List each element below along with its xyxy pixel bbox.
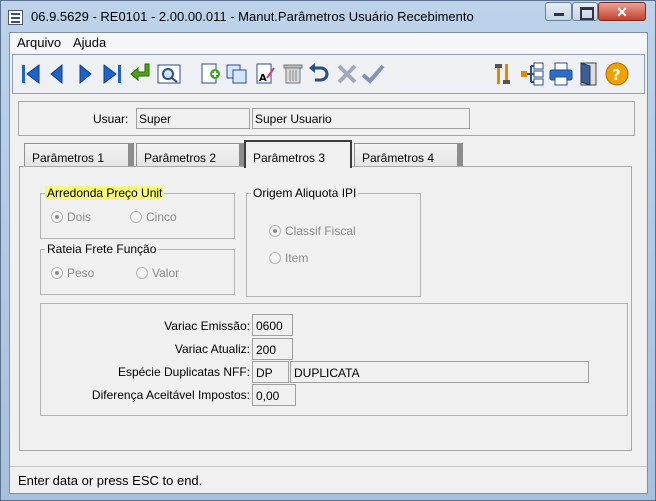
search-icon [157, 64, 181, 84]
close-icon: ✕ [616, 4, 628, 20]
hierarchy-icon [521, 62, 544, 86]
tools-icon [495, 64, 510, 84]
help-icon: ? [605, 62, 629, 86]
delete-button[interactable] [279, 60, 307, 88]
status-text: Enter data or press ESC to end. [18, 473, 203, 488]
print-button[interactable] [547, 60, 575, 88]
radio-cinco-indicator [130, 211, 142, 223]
tab-parametros-2[interactable]: Parâmetros 2 [136, 143, 245, 167]
radio-peso-label: Peso [67, 266, 95, 280]
diferenca-impostos-field[interactable]: 0,00 [252, 384, 296, 406]
usuario-label: Usuar: [93, 112, 129, 126]
radio-dois-indicator [51, 211, 63, 223]
previous-record-icon [50, 63, 63, 85]
variac-atualiz-field[interactable]: 200 [252, 338, 293, 360]
delete-icon [283, 64, 303, 84]
menu-arquivo[interactable]: Arquivo [17, 35, 61, 50]
search-button[interactable] [155, 60, 183, 88]
radio-item-indicator [269, 252, 281, 264]
variacao-panel: Variac Emissão: 0600 Variac Atualiz: 200… [40, 303, 628, 416]
toolbar: A ? [12, 54, 645, 94]
help-button[interactable]: ? [603, 60, 631, 88]
undo-button[interactable] [305, 60, 333, 88]
svg-text:A: A [259, 73, 267, 84]
client-area: Arquivo Ajuda A ? Usuar: Super Super Usu… [9, 32, 648, 494]
copy-icon [226, 64, 247, 84]
origem-aliquota-group: Origem Aliquota IPI Classif Fiscal Item [246, 186, 421, 297]
edit-icon: A [256, 63, 275, 84]
tab-parametros-3[interactable]: Parâmetros 3 [244, 140, 352, 168]
close-button[interactable]: ✕ [598, 2, 646, 21]
first-record-icon [22, 64, 40, 84]
title-bar[interactable]: 06.9.5629 - RE0101 - 2.00.00.011 - Manut… [1, 1, 655, 33]
tab-parametros-4[interactable]: Parâmetros 4 [354, 143, 463, 167]
rateia-frete-title: Rateia Frete Função [45, 242, 159, 256]
variac-atualiz-label: Variac Atualiz: [174, 342, 250, 356]
arredonda-preco-title: Arredonda Preço Unit [45, 186, 165, 200]
exit-icon [580, 62, 597, 86]
add-button[interactable] [196, 60, 224, 88]
user-panel: Usuar: Super Super Usuario [18, 101, 635, 136]
copy-button[interactable] [223, 60, 251, 88]
status-bar: Enter data or press ESC to end. [10, 466, 647, 493]
diferenca-impostos-label: Diferença Aceitável Impostos: [91, 388, 250, 402]
variac-emissao-field[interactable]: 0600 [252, 314, 293, 336]
radio-item-label: Item [285, 251, 309, 265]
variac-emissao-label: Variac Emissão: [164, 319, 250, 333]
save-button[interactable] [359, 60, 387, 88]
cancel-icon [337, 64, 357, 84]
tab-parametros-1[interactable]: Parâmetros 1 [24, 143, 134, 167]
print-icon [549, 62, 573, 86]
arredonda-preco-group: Arredonda Preço Unit Dois Cinco [40, 186, 235, 239]
usuario-code-field[interactable]: Super [136, 108, 250, 129]
radio-classif-fiscal-indicator [269, 225, 281, 237]
exit-button[interactable] [575, 60, 603, 88]
next-record-icon [79, 63, 92, 85]
rateia-frete-group: Rateia Frete Função Peso Valor [40, 242, 235, 295]
previous-record-button[interactable] [43, 60, 71, 88]
usuario-name-field: Super Usuario [252, 108, 470, 129]
last-record-button[interactable] [98, 60, 126, 88]
radio-peso-indicator [51, 267, 63, 279]
edit-button[interactable]: A [251, 60, 279, 88]
next-record-button[interactable] [71, 60, 99, 88]
radio-classif-fiscal-label: Classif Fiscal [285, 224, 356, 238]
tools-button[interactable] [489, 60, 517, 88]
tab-panel: Arredonda Preço Unit Dois Cinco Rateia F… [19, 166, 632, 451]
undo-icon [309, 63, 329, 82]
save-icon [361, 64, 385, 84]
especie-description-field: DUPLICATA [290, 361, 589, 383]
radio-cinco-label: Cinco [146, 210, 177, 224]
menu-ajuda[interactable]: Ajuda [73, 35, 106, 50]
first-record-button[interactable] [17, 60, 45, 88]
radio-valor-indicator [136, 267, 148, 279]
add-icon [201, 63, 220, 84]
application-window: 06.9.5629 - RE0101 - 2.00.00.011 - Manut… [0, 0, 656, 501]
go-to-button[interactable] [127, 60, 155, 88]
radio-dois-label: Dois [67, 210, 92, 224]
window-title: 06.9.5629 - RE0101 - 2.00.00.011 - Manut… [31, 9, 474, 24]
especie-code-field[interactable]: DP [252, 361, 289, 383]
last-record-icon [103, 64, 121, 84]
origem-aliquota-title: Origem Aliquota IPI [251, 186, 359, 200]
app-icon [8, 10, 23, 25]
go-to-icon [130, 63, 150, 82]
hierarchy-button[interactable] [518, 60, 546, 88]
menu-bar: Arquivo Ajuda [10, 33, 647, 53]
radio-valor-label: Valor [152, 266, 180, 280]
minimize-button[interactable] [545, 2, 572, 21]
svg-text:?: ? [612, 66, 621, 84]
especie-duplicatas-label: Espécie Duplicatas NFF: [117, 365, 250, 379]
cancel-button[interactable] [333, 60, 361, 88]
maximize-button[interactable] [572, 2, 598, 21]
